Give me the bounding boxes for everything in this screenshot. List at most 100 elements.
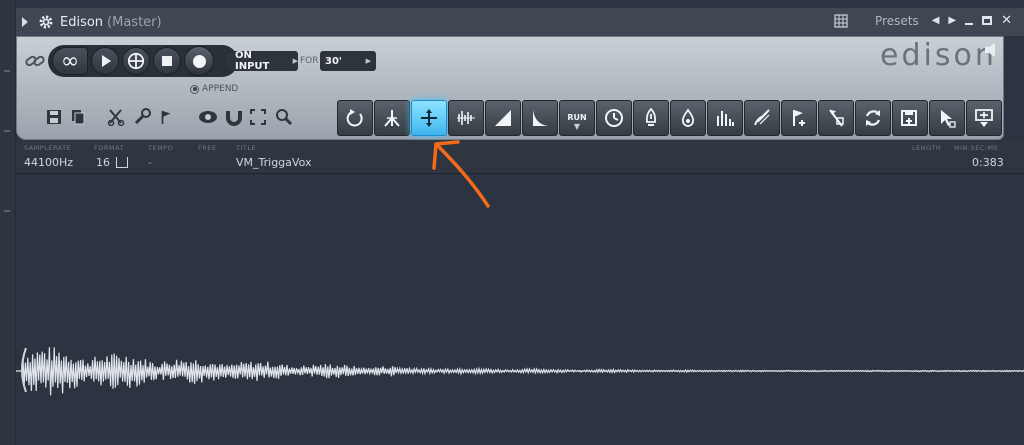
save-icon[interactable] (44, 105, 64, 129)
annotation-arrow-icon (432, 140, 490, 208)
length-value: 0:383 (972, 156, 1004, 169)
close-icon[interactable]: ✕ (1001, 13, 1012, 28)
drag-out-tool[interactable] (966, 100, 1002, 136)
reverse-tool[interactable] (337, 100, 373, 136)
noise-removal-tool[interactable] (670, 100, 706, 136)
collapse-arrow-icon[interactable] (22, 17, 28, 27)
edge-mark (4, 130, 10, 132)
copy-icon[interactable] (68, 105, 88, 129)
loop-button[interactable]: ∞ (52, 47, 88, 75)
crosshair-wave-icon (421, 109, 437, 127)
convolve-tool[interactable] (744, 100, 780, 136)
save-plus-icon (901, 110, 917, 126)
speaker-icon (985, 43, 995, 57)
stop-button[interactable] (153, 47, 181, 75)
link-icon[interactable] (24, 52, 46, 70)
marker-flag-icon[interactable] (156, 105, 176, 129)
record-icon (192, 54, 206, 68)
waveform-left-bracket (21, 347, 27, 393)
transport-controls: ∞ (48, 45, 238, 77)
drag-hand-icon (941, 110, 956, 128)
format-header: FORMAT (94, 144, 124, 152)
duration-selector[interactable]: 30' ▶ (320, 51, 376, 71)
tempo-header: TEMPO (148, 144, 174, 152)
preset-prev-icon[interactable]: ◀ (932, 15, 940, 26)
edge-mark (4, 210, 10, 212)
panel-export-icon (975, 109, 993, 127)
waveform (16, 347, 1024, 396)
reel-icon (127, 52, 145, 70)
minimize-icon[interactable] (965, 22, 974, 25)
run-dropdown-icon: ▼ (573, 122, 581, 131)
grid-icon[interactable] (834, 13, 848, 28)
rocket-tool[interactable] (633, 100, 669, 136)
waveform-bars-icon (457, 111, 475, 125)
record-button[interactable] (184, 46, 214, 76)
samplerate-header: SAMPLERATE (24, 144, 72, 152)
title-value[interactable]: VM_TriggaVox (236, 156, 311, 169)
window-title: Edison (60, 14, 104, 30)
zoom-icon[interactable] (274, 105, 294, 129)
fade-out-icon (533, 110, 548, 126)
clock-icon (605, 109, 623, 127)
flag-plus-icon (793, 110, 805, 126)
sample-info-bar: SAMPLERATE FORMAT TEMPO FREE TITLE LENGT… (16, 140, 1024, 174)
infinity-icon: ∞ (60, 48, 80, 74)
eye-icon[interactable] (198, 105, 218, 129)
fade-in-icon (495, 110, 511, 126)
wrench-icon[interactable] (132, 105, 152, 129)
save-sample-tool[interactable] (892, 100, 928, 136)
record-trigger-selector[interactable]: ON INPUT ▶ (226, 50, 298, 72)
scrub-button[interactable] (122, 47, 150, 75)
gear-icon[interactable] (38, 14, 54, 30)
append-option[interactable]: APPEND (190, 84, 238, 94)
preset-next-icon[interactable]: ▶ (948, 15, 956, 26)
loop-tool[interactable] (855, 100, 891, 136)
run-label: RUN (567, 113, 587, 122)
length-unit-header: MIN:SEC:MS (954, 144, 999, 152)
title-header: TITLE (236, 144, 257, 152)
waveform-display[interactable] (16, 175, 1024, 445)
duration-value: 30' (325, 55, 342, 67)
time-stretch-tool[interactable] (596, 100, 632, 136)
rotate-icon (346, 109, 363, 127)
append-radio[interactable] (190, 84, 199, 94)
length-header: LENGTH (912, 144, 942, 152)
send-to-playlist-tool[interactable] (929, 100, 965, 136)
tempo-value[interactable]: - (148, 156, 152, 169)
samplerate-value[interactable]: 44100Hz (24, 156, 73, 169)
format-value[interactable]: 16 (96, 156, 110, 169)
drop-icon (681, 108, 695, 127)
slice-tool[interactable] (818, 100, 854, 136)
select-all-icon[interactable] (248, 105, 268, 129)
magnet-icon[interactable] (224, 105, 244, 129)
edison-logo: edison (880, 38, 997, 73)
slice-flags-icon (829, 109, 844, 127)
window-subtitle: (Master) (107, 14, 162, 30)
normalize-tool[interactable] (374, 100, 410, 136)
window-title-bar[interactable]: Edison (Master) Presets ◀ ▶ ✕ (16, 8, 1024, 36)
run-script-tool[interactable]: RUN ▼ (559, 100, 595, 136)
refresh-icon (865, 110, 881, 126)
for-label: FOR (300, 56, 319, 66)
spectrum-bars-icon (717, 111, 734, 126)
fade-out-tool[interactable] (522, 100, 558, 136)
dropdown-arrow-icon: ▶ (292, 57, 298, 65)
stop-icon (162, 56, 172, 66)
play-icon (102, 55, 111, 67)
dropdown-arrow-icon: ▶ (365, 57, 371, 65)
maximize-icon[interactable] (982, 16, 993, 25)
free-header: FREE (198, 144, 217, 152)
cut-icon[interactable] (106, 105, 126, 129)
add-marker-tool[interactable] (781, 100, 817, 136)
split-stereo-icon (384, 110, 400, 127)
format-icon (116, 157, 128, 168)
rocket-icon (645, 108, 657, 126)
presets-menu[interactable]: Presets (875, 14, 919, 28)
append-label: APPEND (202, 84, 239, 94)
on-input-label: ON INPUT (235, 50, 270, 72)
equalize-tool[interactable] (707, 100, 743, 136)
brush-icon (754, 109, 770, 126)
play-button[interactable] (91, 47, 119, 75)
edge-mark (4, 70, 10, 72)
